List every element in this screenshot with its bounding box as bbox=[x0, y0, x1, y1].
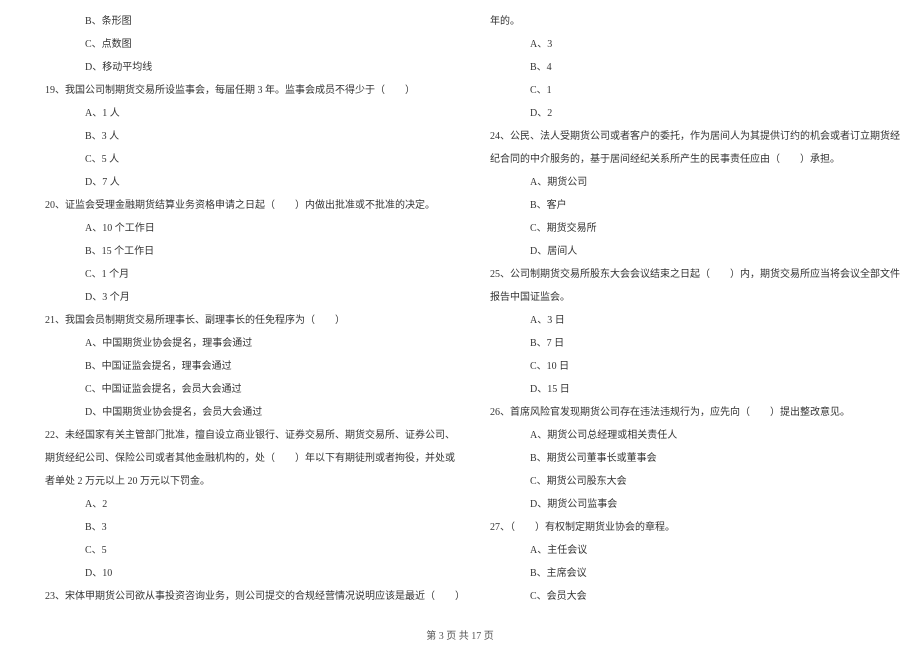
q19-text: 19、我国公司制期货交易所设监事会，每届任期 3 年。监事会成员不得少于（ ） bbox=[45, 79, 465, 102]
q22-option-a: A、2 bbox=[45, 493, 465, 516]
q22-text-line2: 期货经纪公司、保险公司或者其他金融机构的，处（ ）年以下有期徒刑或者拘役，并处或 bbox=[45, 447, 465, 470]
q21-text: 21、我国会员制期货交易所理事长、副理事长的任免程序为（ ） bbox=[45, 309, 465, 332]
q27-option-a: A、主任会议 bbox=[490, 539, 900, 562]
q24-option-b: B、客户 bbox=[490, 194, 900, 217]
q26-option-a: A、期货公司总经理或相关责任人 bbox=[490, 424, 900, 447]
q19-option-c: C、5 人 bbox=[45, 148, 465, 171]
q23-option-c: C、1 bbox=[490, 79, 900, 102]
q22-option-d: D、10 bbox=[45, 562, 465, 585]
q25-option-a: A、3 日 bbox=[490, 309, 900, 332]
q23-option-d: D、2 bbox=[490, 102, 900, 125]
q27-text: 27、（ ）有权制定期货业协会的章程。 bbox=[490, 516, 900, 539]
q24-option-d: D、居间人 bbox=[490, 240, 900, 263]
q19-option-a: A、1 人 bbox=[45, 102, 465, 125]
q26-option-b: B、期货公司董事长或董事会 bbox=[490, 447, 900, 470]
q26-option-c: C、期货公司股东大会 bbox=[490, 470, 900, 493]
q25-text-line2: 报告中国证监会。 bbox=[490, 286, 900, 309]
q21-option-c: C、中国证监会提名，会员大会通过 bbox=[45, 378, 465, 401]
q20-option-b: B、15 个工作日 bbox=[45, 240, 465, 263]
q24-text-line2: 纪合同的中介服务的，基于居间经纪关系所产生的民事责任应由（ ）承担。 bbox=[490, 148, 900, 171]
q20-option-c: C、1 个月 bbox=[45, 263, 465, 286]
q21-option-d: D、中国期货业协会提名，会员大会通过 bbox=[45, 401, 465, 424]
q25-text-line1: 25、公司制期货交易所股东大会会议结束之日起（ ）内，期货交易所应当将会议全部文… bbox=[490, 263, 900, 286]
q20-text: 20、证监会受理金融期货结算业务资格申请之日起（ ）内做出批准或不批准的决定。 bbox=[45, 194, 465, 217]
q22-option-b: B、3 bbox=[45, 516, 465, 539]
q20-option-d: D、3 个月 bbox=[45, 286, 465, 309]
q23-option-a: A、3 bbox=[490, 33, 900, 56]
q27-option-b: B、主席会议 bbox=[490, 562, 900, 585]
page-footer: 第 3 页 共 17 页 bbox=[0, 627, 920, 642]
right-column: 年的。 A、3 B、4 C、1 D、2 24、公民、法人受期货公司或者客户的委托… bbox=[490, 10, 900, 615]
q25-option-d: D、15 日 bbox=[490, 378, 900, 401]
q20-option-a: A、10 个工作日 bbox=[45, 217, 465, 240]
q18-option-c: C、点数图 bbox=[45, 33, 465, 56]
q19-option-d: D、7 人 bbox=[45, 171, 465, 194]
q25-option-b: B、7 日 bbox=[490, 332, 900, 355]
q24-option-a: A、期货公司 bbox=[490, 171, 900, 194]
q21-option-a: A、中国期货业协会提名，理事会通过 bbox=[45, 332, 465, 355]
q18-option-d: D、移动平均线 bbox=[45, 56, 465, 79]
q24-option-c: C、期货交易所 bbox=[490, 217, 900, 240]
two-column-layout: B、条形图 C、点数图 D、移动平均线 19、我国公司制期货交易所设监事会，每届… bbox=[45, 10, 875, 615]
q27-option-c: C、会员大会 bbox=[490, 585, 900, 608]
q22-option-c: C、5 bbox=[45, 539, 465, 562]
q21-option-b: B、中国证监会提名，理事会通过 bbox=[45, 355, 465, 378]
q19-option-b: B、3 人 bbox=[45, 125, 465, 148]
q26-text: 26、首席风险官发现期货公司存在违法违规行为，应先向（ ）提出整改意见。 bbox=[490, 401, 900, 424]
q22-text-line1: 22、未经国家有关主管部门批准，擅自设立商业银行、证券交易所、期货交易所、证券公… bbox=[45, 424, 465, 447]
q23-tail: 年的。 bbox=[490, 10, 900, 33]
q22-text-line3: 者单处 2 万元以上 20 万元以下罚金。 bbox=[45, 470, 465, 493]
q23-text: 23、宋体甲期货公司欲从事投资咨询业务，则公司提交的合规经营情况说明应该是最近（… bbox=[45, 585, 465, 608]
q26-option-d: D、期货公司监事会 bbox=[490, 493, 900, 516]
left-column: B、条形图 C、点数图 D、移动平均线 19、我国公司制期货交易所设监事会，每届… bbox=[45, 10, 465, 615]
q24-text-line1: 24、公民、法人受期货公司或者客户的委托，作为居间人为其提供订约的机会或者订立期… bbox=[490, 125, 900, 148]
q18-option-b: B、条形图 bbox=[45, 10, 465, 33]
q23-option-b: B、4 bbox=[490, 56, 900, 79]
q25-option-c: C、10 日 bbox=[490, 355, 900, 378]
